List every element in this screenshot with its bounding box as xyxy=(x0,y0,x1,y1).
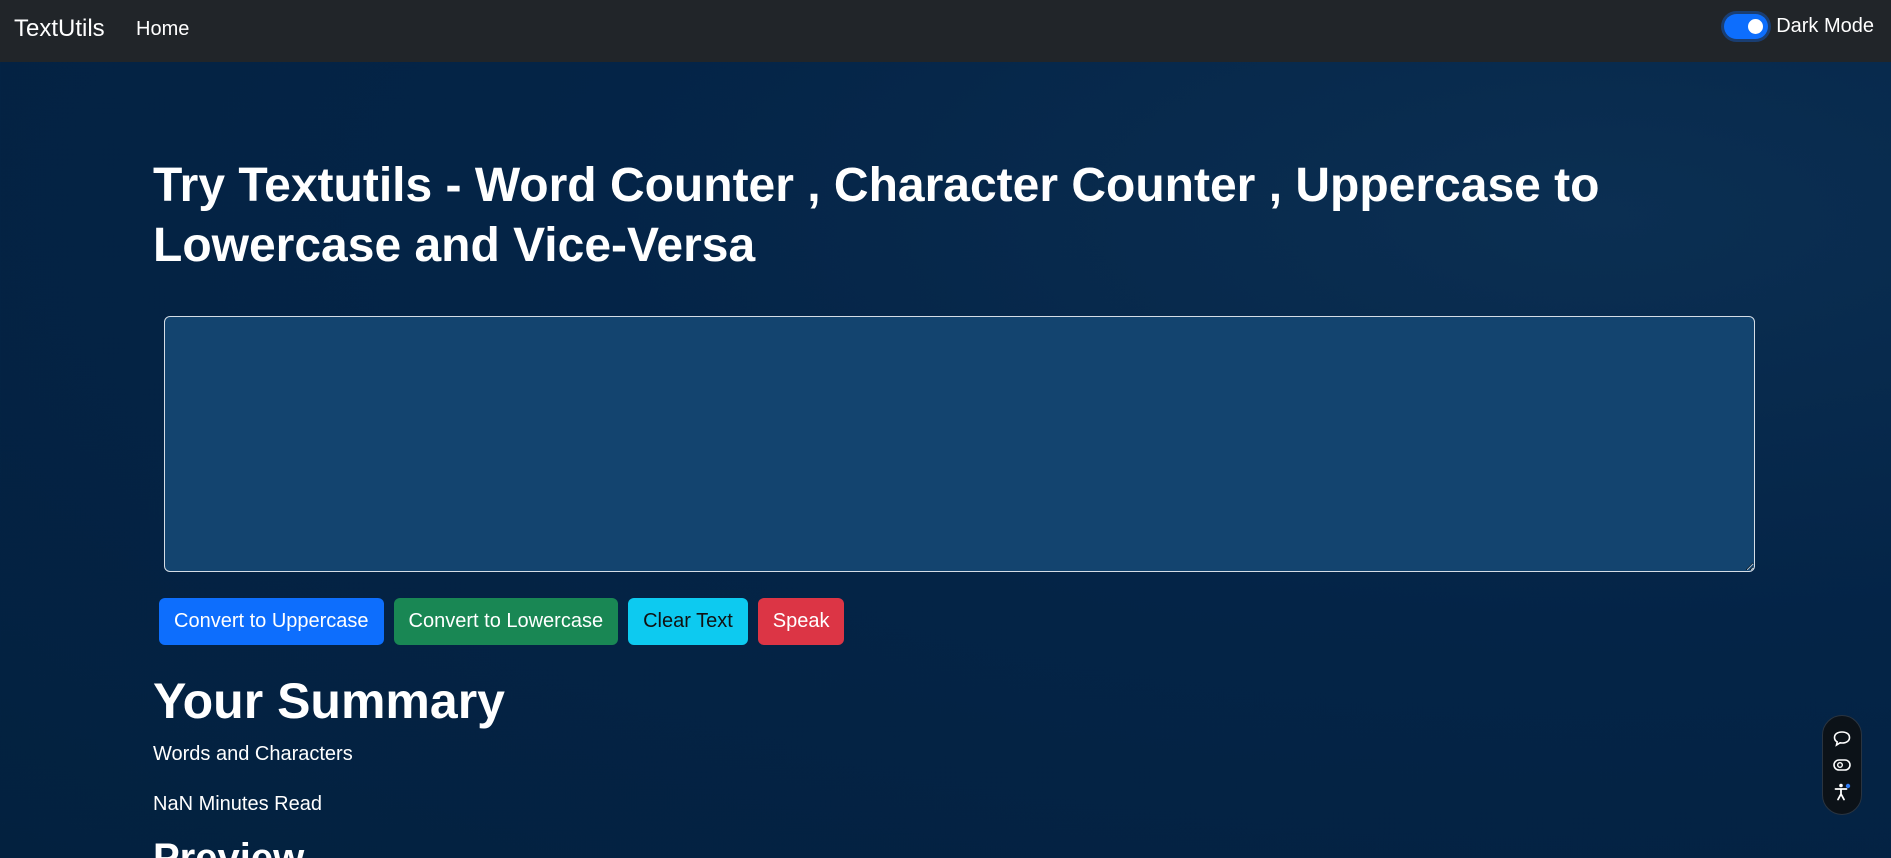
summary-title: Your Summary xyxy=(153,673,505,729)
read-time: NaN Minutes Read xyxy=(153,793,322,815)
convert-lowercase-button[interactable]: Convert to Lowercase xyxy=(393,598,619,645)
dark-mode-toggle-group: Dark Mode xyxy=(1724,14,1874,39)
eye-icon[interactable] xyxy=(1832,755,1852,775)
accessibility-icon[interactable] xyxy=(1832,782,1852,802)
action-buttons: Convert to Uppercase Convert to Lowercas… xyxy=(159,598,845,645)
chat-icon[interactable] xyxy=(1832,729,1852,749)
dark-mode-switch[interactable] xyxy=(1724,14,1769,39)
text-input[interactable] xyxy=(164,316,1755,572)
dark-mode-label[interactable]: Dark Mode xyxy=(1776,15,1874,38)
preview-title: Preview xyxy=(153,836,305,858)
words-characters-count: Words and Characters xyxy=(153,743,353,765)
brand-logo[interactable]: TextUtils xyxy=(14,15,105,43)
floating-toolbar xyxy=(1822,715,1862,815)
speak-button[interactable]: Speak xyxy=(757,598,845,645)
clear-text-button[interactable]: Clear Text xyxy=(628,598,748,645)
navbar: TextUtils Home Dark Mode xyxy=(0,0,1891,62)
nav-link-home[interactable]: Home xyxy=(136,18,189,41)
main-container: Try Textutils - Word Counter , Character… xyxy=(153,156,1753,276)
page-title: Try Textutils - Word Counter , Character… xyxy=(153,159,1600,272)
switch-knob xyxy=(1748,19,1764,34)
convert-uppercase-button[interactable]: Convert to Uppercase xyxy=(159,598,384,645)
